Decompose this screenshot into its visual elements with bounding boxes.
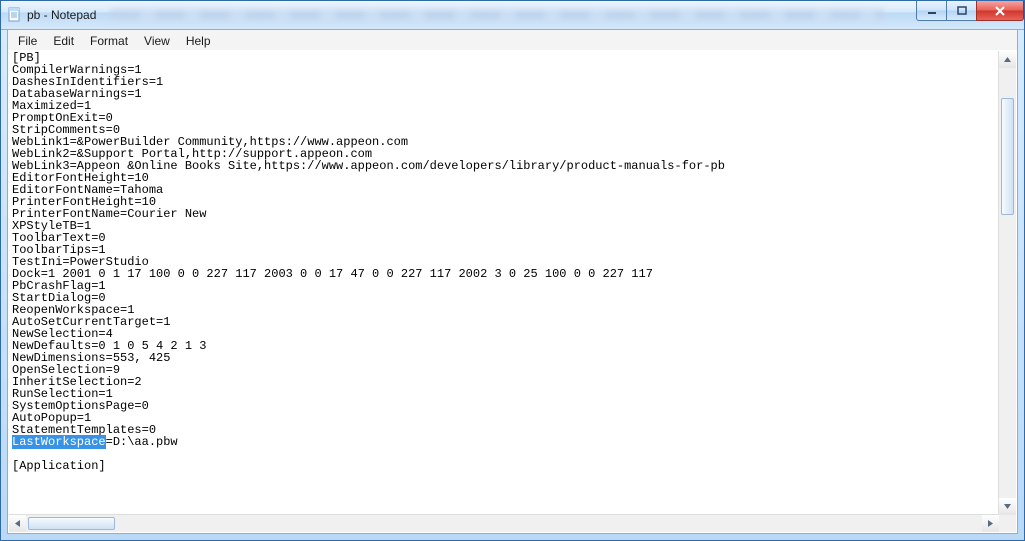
text-editor[interactable]: [PB] CompilerWarnings=1 DashesInIdentifi… (9, 51, 998, 515)
scrollbar-corner (999, 515, 1016, 532)
window-client-frame: File Edit Format View Help [PB] Compiler… (7, 29, 1018, 534)
scroll-up-button[interactable] (999, 51, 1016, 68)
text-viewport: [PB] CompilerWarnings=1 DashesInIdentifi… (9, 51, 1016, 515)
menu-help[interactable]: Help (178, 30, 219, 50)
obscured-title-region (110, 8, 884, 22)
menubar: File Edit Format View Help (8, 30, 1017, 51)
scroll-left-button[interactable] (9, 515, 26, 532)
notepad-window: pb - Notepad File Edit Format View (0, 0, 1025, 541)
window-title: pb - Notepad (27, 8, 96, 22)
scroll-right-button[interactable] (982, 515, 999, 532)
vertical-scroll-track[interactable] (999, 68, 1016, 498)
menu-edit[interactable]: Edit (45, 30, 82, 50)
maximize-button[interactable] (946, 1, 976, 21)
text-selection[interactable]: LastWorkspace (12, 435, 106, 449)
horizontal-scroll-thumb[interactable] (28, 517, 115, 530)
close-button[interactable] (976, 1, 1024, 21)
titlebar[interactable]: pb - Notepad (1, 1, 1024, 30)
menu-format[interactable]: Format (82, 30, 136, 50)
menu-view[interactable]: View (136, 30, 178, 50)
window-controls (916, 1, 1024, 21)
minimize-button[interactable] (916, 1, 946, 21)
client-area: [PB] CompilerWarnings=1 DashesInIdentifi… (8, 50, 1017, 533)
horizontal-scrollbar[interactable] (9, 514, 999, 532)
menu-file[interactable]: File (10, 30, 45, 50)
vertical-scrollbar[interactable] (998, 51, 1016, 515)
notepad-icon (7, 7, 23, 23)
scroll-down-button[interactable] (999, 498, 1016, 515)
vertical-scroll-thumb[interactable] (1001, 98, 1014, 215)
